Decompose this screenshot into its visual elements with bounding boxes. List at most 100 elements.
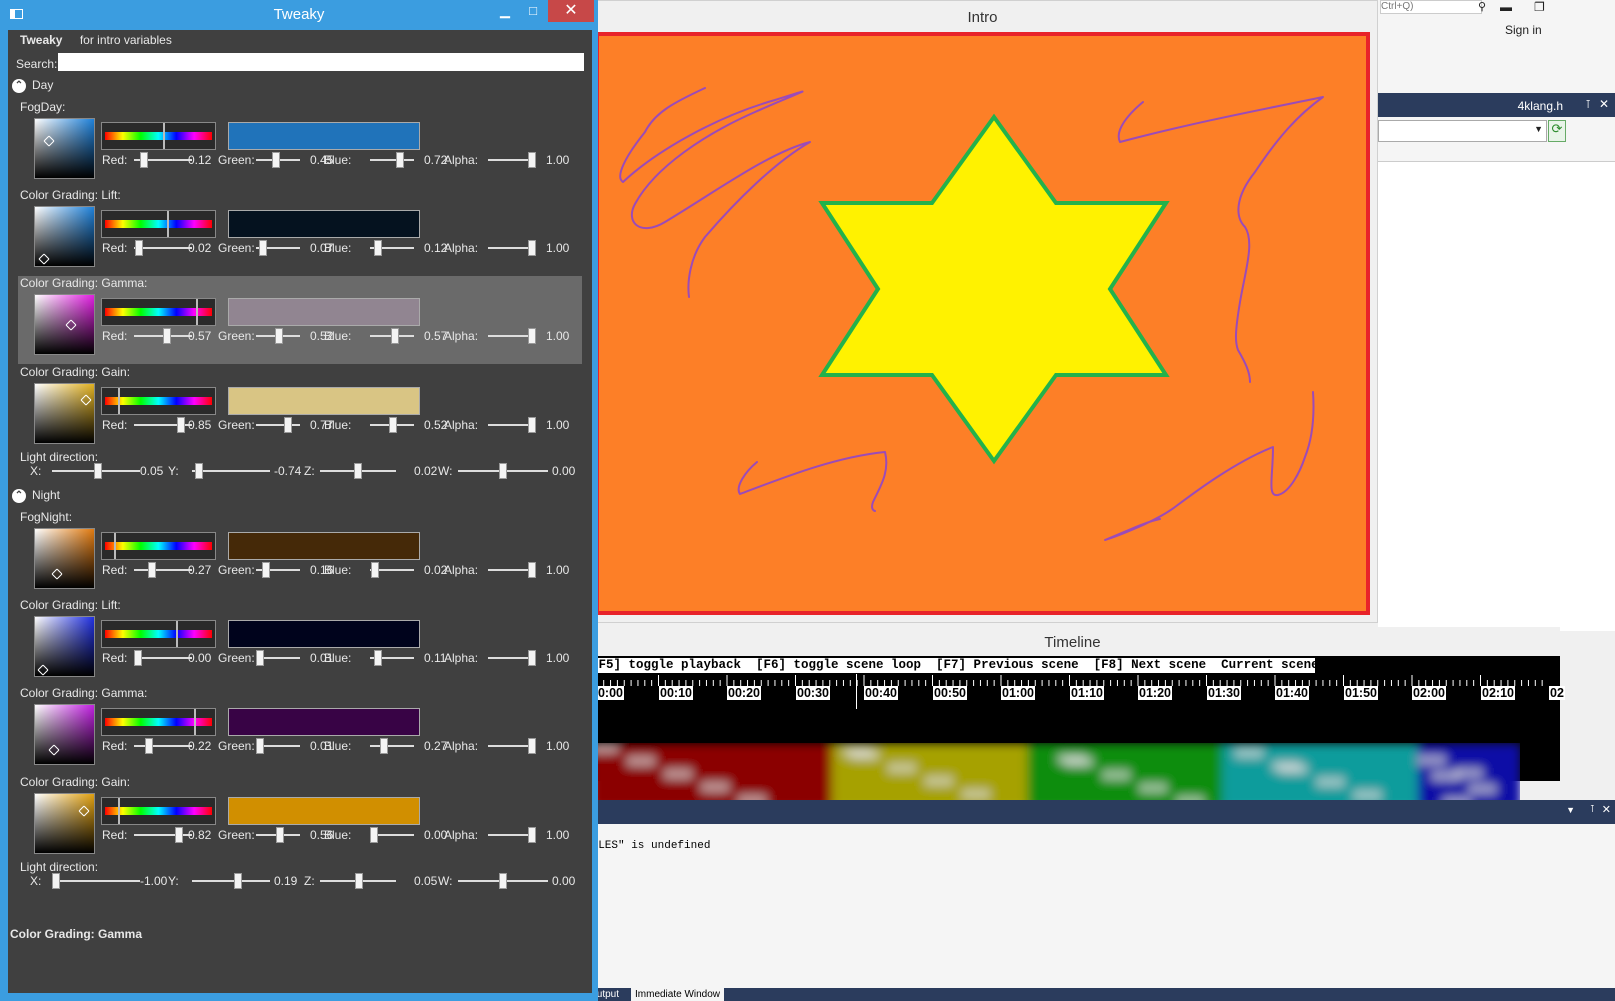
editor-tab-bar: 4klang.h ⊺ ✕	[1378, 93, 1615, 117]
color-group[interactable]: Color Grading: Lift: Red: 0.02 Green: 0.07 Bl…	[18, 188, 582, 276]
saturation-value-picker[interactable]	[34, 383, 95, 444]
hue-slider[interactable]	[101, 708, 216, 736]
hue-handle[interactable]	[118, 388, 120, 414]
hue-handle[interactable]	[176, 621, 178, 647]
alpha-slider-handle[interactable]	[528, 562, 536, 578]
playhead-marker[interactable]	[856, 674, 857, 709]
saturation-value-picker[interactable]	[34, 704, 95, 765]
alpha-slider-handle[interactable]	[528, 827, 536, 843]
output-text: MPLES" is undefined	[585, 840, 711, 852]
saturation-value-picker[interactable]	[34, 528, 95, 589]
color-swatch[interactable]	[228, 122, 420, 150]
hue-slider[interactable]	[101, 122, 216, 150]
refresh-icon[interactable]: ⟳	[1548, 120, 1566, 142]
color-group-label: Color Grading: Gain:	[20, 365, 131, 379]
sign-in-link[interactable]: Sign in	[1505, 23, 1542, 37]
color-group-label: Color Grading: Gamma:	[20, 686, 148, 700]
color-group[interactable]: Color Grading: Gamma: Red: 0.22 Green: 0.01 B…	[18, 686, 582, 774]
close-icon[interactable]: ✕	[548, 0, 594, 22]
color-swatch[interactable]	[228, 620, 420, 648]
color-swatch[interactable]	[228, 708, 420, 736]
picker-handle[interactable]	[80, 394, 92, 406]
color-group[interactable]: Color Grading: Gain: Red: 0.82 Green: 0.56 Bl…	[18, 775, 582, 863]
light-w-control: W: 0.00	[18, 463, 582, 479]
light-w-handle[interactable]	[499, 463, 507, 479]
color-group[interactable]: FogNight: Red: 0.27 Green: 0.16 Blue: 0.02 Alph…	[18, 510, 582, 598]
color-group[interactable]: FogDay: Red: 0.12 Green: 0.45 Blue: 0.72 Alpha:…	[18, 100, 582, 188]
tab-immediate-window[interactable]: Immediate Window	[631, 988, 725, 1001]
section-title: Night	[32, 488, 61, 502]
saturation-value-picker[interactable]	[34, 616, 95, 677]
timeline-panel[interactable]: [F5] toggle playback [F6] toggle scene l…	[588, 656, 1565, 810]
intro-render-canvas	[595, 32, 1370, 615]
tick-text: 01:10	[1070, 686, 1104, 700]
alpha-channel: Alpha: 1.00	[18, 738, 582, 754]
alpha-slider-handle[interactable]	[528, 417, 536, 433]
alpha-slider-handle[interactable]	[528, 152, 536, 168]
saturation-value-picker[interactable]	[34, 793, 95, 854]
chevron-up-icon[interactable]: ⌃	[12, 78, 26, 93]
tweaky-titlebar[interactable]: Tweaky ▁ □ ✕	[0, 0, 598, 30]
picker-handle[interactable]	[78, 805, 90, 817]
light-w-handle[interactable]	[499, 873, 507, 889]
alpha-slider-handle[interactable]	[528, 738, 536, 754]
timeline-tick-label: 00:30	[796, 686, 830, 700]
hue-slider[interactable]	[101, 210, 216, 238]
tweaky-header: Tweaky for intro variables	[20, 33, 172, 47]
close-icon[interactable]: ✕	[1599, 97, 1609, 111]
saturation-value-picker[interactable]	[34, 294, 95, 355]
hue-handle[interactable]	[194, 709, 196, 735]
picker-handle[interactable]	[43, 135, 55, 147]
hue-handle[interactable]	[167, 211, 169, 237]
member-dropdown[interactable]: ▼	[1378, 120, 1547, 142]
pin-icon[interactable]: ⊺	[1585, 98, 1591, 111]
pin-icon[interactable]: ⊺	[1590, 804, 1595, 815]
color-swatch[interactable]	[228, 532, 420, 560]
restore-icon[interactable]: ❐	[1534, 0, 1545, 14]
color-swatch[interactable]	[228, 387, 420, 415]
color-group[interactable]: Color Grading: Gamma: Red: 0.57 Green: 0.52 B…	[18, 276, 582, 364]
alpha-slider-handle[interactable]	[528, 650, 536, 666]
maximize-icon[interactable]: □	[518, 0, 548, 22]
search-label: Search:	[16, 57, 58, 71]
search-input[interactable]	[58, 53, 584, 71]
code-editor[interactable]	[1378, 161, 1615, 631]
hue-slider[interactable]	[101, 298, 216, 326]
color-group[interactable]: Color Grading: Gain: Red: 0.85 Green: 0.77 Bl…	[18, 365, 582, 453]
scene-noise	[664, 769, 692, 779]
light-w-value: 0.00	[552, 464, 576, 478]
hue-handle[interactable]	[118, 798, 120, 824]
output-tabs: Output Immediate Window	[585, 988, 1615, 1001]
color-swatch[interactable]	[228, 210, 420, 238]
color-group[interactable]: Color Grading: Lift: Red: 0.00 Green: 0.01 Bl…	[18, 598, 582, 686]
tick-text: 00:40	[864, 686, 898, 700]
output-panel: ▼ ⊺ ✕ MPLES" is undefined Output Immedia…	[585, 800, 1615, 1001]
tab-4klang-h[interactable]: 4klang.h	[1518, 99, 1563, 113]
saturation-value-picker[interactable]	[34, 118, 95, 179]
color-swatch[interactable]	[228, 298, 420, 326]
vs-quick-launch[interactable]: Ctrl+Q)	[1380, 0, 1482, 14]
section-header-night[interactable]: ⌃ Night	[12, 488, 60, 503]
hue-handle[interactable]	[163, 123, 165, 149]
hue-slider[interactable]	[101, 797, 216, 825]
hue-slider[interactable]	[101, 620, 216, 648]
alpha-slider-handle[interactable]	[528, 328, 536, 344]
hue-slider[interactable]	[101, 532, 216, 560]
search-icon[interactable]: ⚲	[1478, 0, 1488, 13]
hue-handle[interactable]	[114, 533, 116, 559]
minimize-icon[interactable]: ▬	[1500, 0, 1512, 14]
scene-noise	[701, 782, 729, 792]
alpha-value: 1.00	[546, 418, 570, 432]
section-header-day[interactable]: ⌃ Day	[12, 78, 53, 93]
chevron-up-icon[interactable]: ⌃	[12, 488, 26, 503]
color-swatch[interactable]	[228, 797, 420, 825]
chevron-down-icon[interactable]: ▼	[1566, 805, 1575, 815]
alpha-slider-handle[interactable]	[528, 240, 536, 256]
picker-handle[interactable]	[37, 664, 49, 676]
hue-handle[interactable]	[196, 299, 198, 325]
timeline-tick-label: 00:20	[727, 686, 761, 700]
hue-slider[interactable]	[101, 387, 216, 415]
close-icon[interactable]: ✕	[1602, 803, 1611, 816]
minimize-icon[interactable]: ▁	[490, 0, 520, 22]
saturation-value-picker[interactable]	[34, 206, 95, 267]
